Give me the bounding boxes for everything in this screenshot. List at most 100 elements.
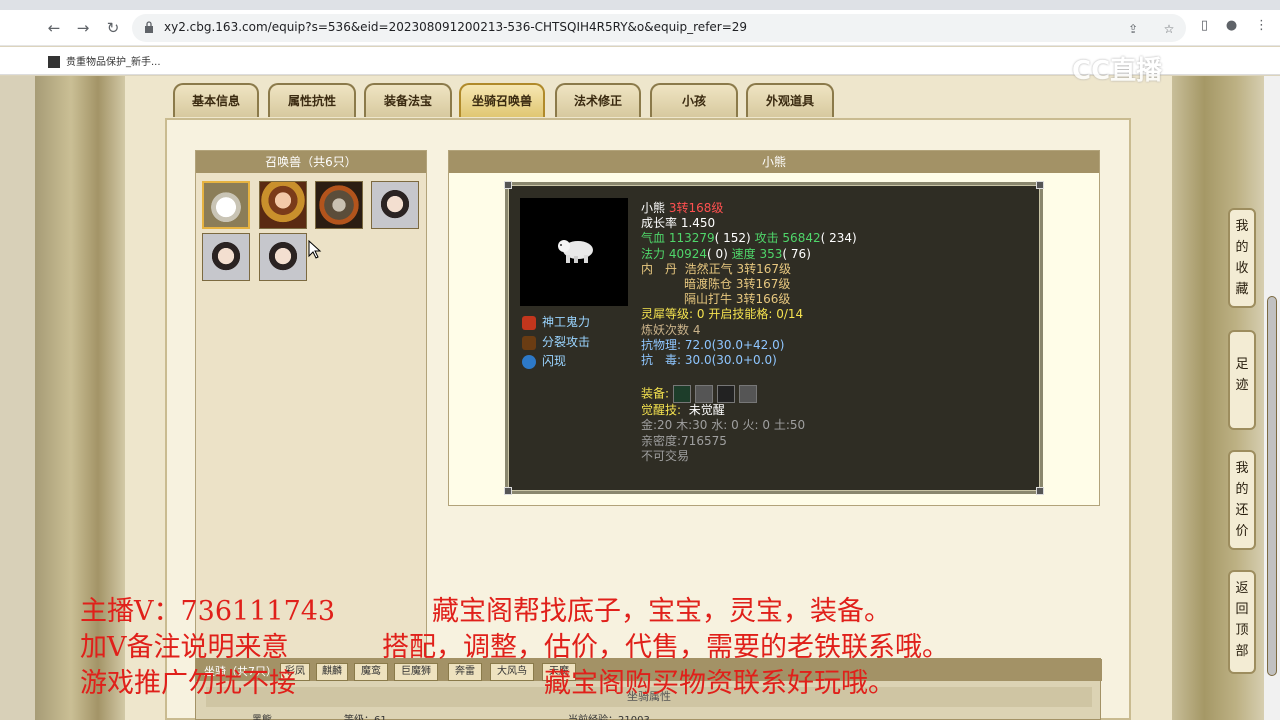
my-favorites-button[interactable]: 我的收藏 <box>1228 208 1256 308</box>
summon-thumb-lady-pale-1[interactable] <box>371 181 419 229</box>
mount-tab[interactable]: 麒麟 <box>316 663 348 681</box>
equip-slot-icon[interactable] <box>672 385 691 404</box>
tab-spell-correction[interactable]: 法术修正 <box>555 83 641 117</box>
mount-tab[interactable]: 巨魔狮 <box>394 663 438 681</box>
summon-list-panel: 召唤兽（共6只） <box>195 150 427 670</box>
lingxi-value: 0 <box>696 307 705 322</box>
summon-thumb-wolf[interactable] <box>315 181 363 229</box>
watermark-logo: CC直播 <box>1072 56 1163 86</box>
equip-slot-icon[interactable] <box>716 385 735 404</box>
skill-label: 分裂攻击 <box>542 335 591 349</box>
mount-level: 等级：61 <box>344 711 387 720</box>
summon-detail-title: 小熊 <box>449 151 1099 173</box>
address-bar-row: ← → ↻ xy2.cbg.163.com/equip?s=536&eid=20… <box>0 10 1280 46</box>
footprint-label: 足迹 <box>1235 357 1249 393</box>
reload-icon[interactable]: ↻ <box>101 17 125 39</box>
resist-poison-value: 30.0(30.0+0.0) <box>684 353 777 368</box>
equip-label: 装备: <box>641 386 670 401</box>
five-elements: 金:20 木:30 水: 0 火: 0 土:50 <box>641 418 806 433</box>
my-favorites-label: 我的收藏 <box>1235 219 1249 297</box>
summon-thumb-lady-pale-3[interactable] <box>259 233 307 281</box>
tab-mount-summon[interactable]: 坐骑召唤兽 <box>459 83 545 117</box>
resist-phys-label: 抗物理: <box>641 337 682 352</box>
skillgrid-value: 0/14 <box>776 307 804 322</box>
lianyao-count: 炼妖次数 4 <box>641 322 701 337</box>
spd-value: 353 <box>759 246 783 261</box>
equip-slot-icon[interactable] <box>738 385 757 404</box>
footprint-button[interactable]: 足迹 <box>1228 330 1256 430</box>
intimacy: 亲密度:716575 <box>641 433 727 448</box>
tab-child[interactable]: 小孩 <box>650 83 738 117</box>
tab-attributes[interactable]: 属性抗性 <box>268 83 356 117</box>
resist-phys-value: 72.0(30.0+42.0) <box>684 337 785 352</box>
tab-equipment[interactable]: 装备法宝 <box>364 83 452 117</box>
hp-value: 113279 <box>668 231 715 246</box>
scrollbar[interactable] <box>1264 76 1280 720</box>
summon-name: 小熊 <box>641 201 666 215</box>
summon-level: 3转168级 <box>668 201 724 215</box>
atk-value: 56842 <box>782 231 821 246</box>
mount-exp: 当前经验：21003 <box>568 711 650 720</box>
awaken-value: 未觉醒 <box>688 403 725 418</box>
tab-strip <box>0 0 1280 10</box>
spd-points: ( 76) <box>782 246 811 261</box>
tab-basic-info[interactable]: 基本信息 <box>173 83 259 117</box>
skill-label: 神工鬼力 <box>542 315 591 329</box>
skill-shengong-guili[interactable]: 神工鬼力 <box>522 313 590 330</box>
card-corner <box>504 181 512 189</box>
skill-icon <box>522 335 536 350</box>
card-corner <box>1036 487 1044 495</box>
overlay-line2-left: 加V备注说明来意 <box>80 632 289 663</box>
growth-rate: 成长率 1.450 <box>641 216 716 231</box>
mouse-cursor-icon <box>308 240 322 259</box>
star-icon[interactable]: ☆ <box>1162 22 1176 36</box>
skillgrid-label: 开启技能格: <box>708 307 773 322</box>
back-icon[interactable]: ← <box>42 17 66 39</box>
lock-icon <box>145 21 153 33</box>
share-icon[interactable]: ⇪ <box>1126 22 1140 36</box>
hp-points: ( 152) <box>714 231 751 246</box>
bookmark-icon <box>48 56 60 68</box>
skill-fenlie-gongji[interactable]: 分裂攻击 <box>522 333 590 350</box>
spd-label: 速度 <box>731 246 756 261</box>
bookmark-item[interactable]: 贵重物品保护_新手... <box>48 53 161 68</box>
summon-info: 小熊 3转168级 成长率 1.450 气血 113279( 152) 攻击 5… <box>641 201 857 464</box>
summon-thumb-lady-gold[interactable] <box>259 181 307 229</box>
overlay-line2-right: 搭配，调整，估价，代售，需要的老铁联系哦。 <box>382 632 949 663</box>
polar-bear-icon <box>558 240 593 263</box>
skill-label: 闪现 <box>542 354 567 368</box>
summon-portrait <box>520 198 628 306</box>
equip-slot-icon[interactable] <box>694 385 713 404</box>
neidan-item: 隔山打牛 3转166级 <box>684 292 791 307</box>
overlay-line3-right: 藏宝阁购买物资联系好玩哦。 <box>544 668 895 699</box>
skill-shanxian[interactable]: 闪现 <box>522 352 566 369</box>
forward-icon[interactable]: → <box>71 17 95 39</box>
bookmark-label: 贵重物品保护_新手... <box>66 57 161 68</box>
mp-label: 法力 <box>641 246 666 261</box>
card-corner <box>504 487 512 495</box>
my-counteroffer-button[interactable]: 我的还价 <box>1228 450 1256 550</box>
scrollbar-thumb[interactable] <box>1267 296 1277 676</box>
back-to-top-button[interactable]: 返回顶部 <box>1228 570 1256 674</box>
profile-icon[interactable]: ● <box>1226 18 1237 33</box>
sidepanel-icon[interactable]: ▯ <box>1201 18 1208 33</box>
tradable-status: 不可交易 <box>641 448 690 463</box>
back-to-top-label: 返回顶部 <box>1235 581 1249 659</box>
summon-thumb-polar-bear[interactable] <box>202 181 250 229</box>
mount-tab[interactable]: 魔鸾 <box>354 663 388 681</box>
mount-tab[interactable]: 大风鸟 <box>490 663 534 681</box>
overlay-line1-right: 藏宝阁帮找底子，宝宝，灵宝，装备。 <box>432 596 891 627</box>
skill-icon <box>522 315 536 330</box>
tab-appearance[interactable]: 外观道具 <box>746 83 834 117</box>
lingxi-label: 灵犀等级: <box>641 307 694 322</box>
resist-poison-label: 抗 毒: <box>641 353 682 368</box>
url-field[interactable]: xy2.cbg.163.com/equip?s=536&eid=20230809… <box>132 14 1186 42</box>
mp-points: ( 0) <box>707 246 728 261</box>
menu-icon[interactable]: ⋮ <box>1255 18 1268 33</box>
hp-label: 气血 <box>641 231 666 246</box>
card-corner <box>1036 181 1044 189</box>
mount-tab[interactable]: 奔雷 <box>448 663 482 681</box>
summon-thumb-lady-pale-2[interactable] <box>202 233 250 281</box>
mp-value: 40924 <box>668 246 708 261</box>
overlay-line1-left: 主播V：736111743 <box>80 596 336 627</box>
